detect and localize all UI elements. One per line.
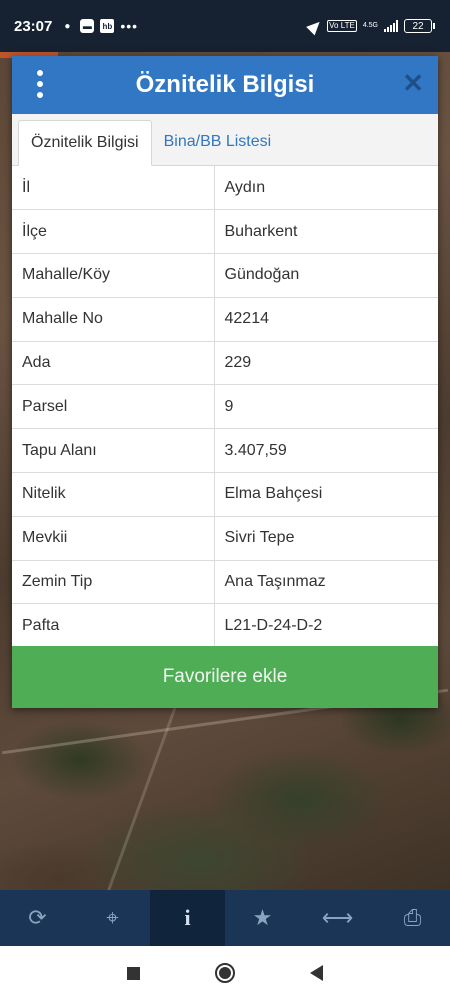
attribute-value: L21-D-24-D-2: [224, 617, 323, 635]
dialog-header: Öznitelik Bilgisi ✕: [12, 56, 438, 114]
star-icon: ★: [252, 905, 273, 930]
table-row: İl Aydın: [12, 166, 438, 211]
attribute-value: Aydın: [214, 166, 438, 211]
attribute-key: Mahalle No: [12, 297, 215, 342]
attribute-key: Mahalle/Köy: [12, 253, 215, 298]
attribute-key: İl: [12, 166, 215, 211]
attribute-value: 42214: [214, 297, 438, 342]
home-button[interactable]: [215, 963, 235, 983]
attribute-key: Parsel: [12, 384, 215, 430]
battery-icon: 22: [404, 19, 435, 33]
table-row: Mevkii Sivri Tepe: [12, 516, 438, 561]
attribute-value: Buharkent: [214, 209, 438, 255]
tab-building-list[interactable]: Bina/BB Listesi: [152, 119, 284, 165]
table-row: Mahalle No 42214: [12, 297, 438, 342]
table-row: Ada 229: [12, 341, 438, 386]
attribute-value: 3.407,59: [214, 428, 438, 474]
attribute-value: Gündoğan: [214, 253, 438, 298]
info-button[interactable]: i: [150, 890, 225, 946]
battery-level: 22: [412, 20, 424, 32]
attribute-value: 9: [214, 384, 438, 430]
status-right-icons: Vo LTE 4.5G 22: [306, 17, 435, 35]
status-time: 23:07: [14, 17, 53, 35]
close-icon[interactable]: ✕: [402, 70, 424, 96]
locate-icon: ⌖: [106, 905, 119, 930]
attribute-dialog: Öznitelik Bilgisi ✕ Öznitelik Bilgisi Bi…: [12, 56, 438, 708]
attribute-value: Sivri Tepe: [214, 516, 438, 561]
tab-bar: Öznitelik Bilgisi Bina/BB Listesi: [12, 114, 438, 166]
hb-app-icon: hb: [100, 19, 115, 33]
more-notifications-icon: •••: [120, 18, 139, 34]
signal-strength-icon: [384, 20, 398, 32]
attribute-key: Tapu Alanı: [12, 428, 215, 474]
attribute-key: Mevkii: [12, 516, 215, 561]
more-options-icon[interactable]: [34, 70, 46, 98]
locate-button[interactable]: ⌖: [75, 890, 150, 946]
attribute-key: Ada: [12, 341, 215, 386]
attribute-value: 229: [214, 341, 438, 386]
table-row: Tapu Alanı 3.407,59: [12, 428, 438, 474]
table-row: Mahalle/Köy Gündoğan: [12, 253, 438, 298]
table-row: Pafta L21-D-24-D-2: [12, 603, 438, 648]
attribute-key: İlçe: [12, 209, 215, 255]
notification-icons: ● ▬ hb: [60, 19, 115, 33]
add-to-favorites-button[interactable]: Favorilere ekle: [12, 646, 438, 708]
volte-icon: Vo LTE: [327, 20, 357, 32]
back-button[interactable]: [310, 965, 323, 981]
recents-button[interactable]: [127, 966, 140, 980]
location-arrow-icon: [306, 17, 324, 35]
info-icon: i: [184, 905, 191, 930]
dialog-title: Öznitelik Bilgisi: [135, 71, 315, 98]
system-navigation-bar: [0, 946, 450, 1000]
status-bar: 23:07 ● ▬ hb ••• Vo LTE 4.5G 22: [0, 0, 450, 52]
attribute-value: Ana Taşınmaz: [214, 560, 438, 605]
tab-attribute-info[interactable]: Öznitelik Bilgisi: [18, 120, 152, 166]
table-row: Parsel 9: [12, 384, 438, 430]
measure-icon: ⟷: [321, 905, 354, 930]
print-button[interactable]: ⎙: [375, 890, 450, 946]
attribute-table: İl Aydın İlçe Buharkent Mahalle/Köy Gündoğa…: [12, 166, 438, 648]
message-icon: ▬: [80, 19, 95, 33]
attribute-key: Nitelik: [12, 472, 215, 517]
bottom-toolbar: ⟳ ⌖ i ★ ⟷ ⎙: [0, 890, 450, 946]
favorites-button[interactable]: ★: [225, 890, 300, 946]
table-row: Nitelik Elma Bahçesi: [12, 472, 438, 517]
refresh-button[interactable]: ⟳: [0, 890, 75, 946]
attribute-value: Elma Bahçesi: [214, 472, 438, 517]
print-icon: ⎙: [403, 905, 422, 930]
table-row: İlçe Buharkent: [12, 209, 438, 255]
attribute-key: Zemin Tip: [12, 560, 215, 605]
chat-bubble-icon: ●: [64, 20, 71, 32]
attribute-key: Pafta: [12, 603, 215, 648]
table-row: Zemin Tip Ana Taşınmaz: [12, 560, 438, 605]
measure-button[interactable]: ⟷: [300, 890, 375, 946]
refresh-icon: ⟳: [28, 905, 47, 930]
network-type-label: 4.5G: [362, 22, 378, 29]
